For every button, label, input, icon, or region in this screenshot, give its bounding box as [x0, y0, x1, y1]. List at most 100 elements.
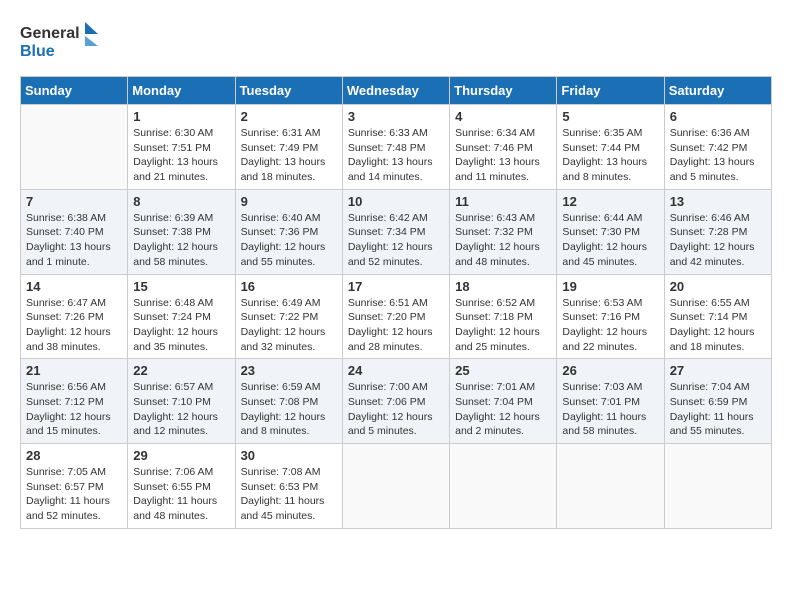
day-info: Sunrise: 7:08 AMSunset: 6:53 PMDaylight:… [241, 465, 337, 524]
day-number: 24 [348, 363, 444, 378]
day-info: Sunrise: 6:49 AMSunset: 7:22 PMDaylight:… [241, 296, 337, 355]
day-info: Sunrise: 7:06 AMSunset: 6:55 PMDaylight:… [133, 465, 229, 524]
day-number: 18 [455, 279, 551, 294]
calendar-cell: 8 Sunrise: 6:39 AMSunset: 7:38 PMDaylight… [128, 189, 235, 274]
day-info: Sunrise: 6:35 AMSunset: 7:44 PMDaylight:… [562, 126, 658, 185]
day-info: Sunrise: 6:31 AMSunset: 7:49 PMDaylight:… [241, 126, 337, 185]
calendar-week-row: 14Sunrise: 6:47 AMSunset: 7:26 PMDayligh… [21, 274, 772, 359]
weekday-header-friday: Friday [557, 77, 664, 105]
calendar-cell [557, 444, 664, 529]
logo-svg: GeneralBlue [20, 20, 100, 60]
day-info: Sunrise: 6:55 AMSunset: 7:14 PMDaylight:… [670, 296, 766, 355]
day-info: Sunrise: 6:48 AMSunset: 7:24 PMDaylight:… [133, 296, 229, 355]
day-number: 14 [26, 279, 122, 294]
day-number: 2 [241, 109, 337, 124]
day-info: Sunrise: 6:59 AMSunset: 7:08 PMDaylight:… [241, 380, 337, 439]
calendar-cell: 2 Sunrise: 6:31 AMSunset: 7:49 PMDaylight… [235, 105, 342, 190]
page-header: GeneralBlue [20, 20, 772, 60]
calendar-week-row: 7 Sunrise: 6:38 AMSunset: 7:40 PMDaylight… [21, 189, 772, 274]
day-info: Sunrise: 6:30 AMSunset: 7:51 PMDaylight:… [133, 126, 229, 185]
day-number: 9 [241, 194, 337, 209]
day-info: Sunrise: 6:52 AMSunset: 7:18 PMDaylight:… [455, 296, 551, 355]
day-info: Sunrise: 6:57 AMSunset: 7:10 PMDaylight:… [133, 380, 229, 439]
day-info: Sunrise: 6:44 AMSunset: 7:30 PMDaylight:… [562, 211, 658, 270]
day-number: 8 [133, 194, 229, 209]
day-info: Sunrise: 6:56 AMSunset: 7:12 PMDaylight:… [26, 380, 122, 439]
calendar-cell: 24Sunrise: 7:00 AMSunset: 7:06 PMDayligh… [342, 359, 449, 444]
calendar-cell: 12 Sunrise: 6:44 AMSunset: 7:30 PMDayligh… [557, 189, 664, 274]
day-info: Sunrise: 6:53 AMSunset: 7:16 PMDaylight:… [562, 296, 658, 355]
calendar-cell: 5Sunrise: 6:35 AMSunset: 7:44 PMDaylight… [557, 105, 664, 190]
calendar-table: SundayMondayTuesdayWednesdayThursdayFrid… [20, 76, 772, 529]
calendar-cell [342, 444, 449, 529]
day-number: 17 [348, 279, 444, 294]
weekday-header-tuesday: Tuesday [235, 77, 342, 105]
day-info: Sunrise: 7:05 AMSunset: 6:57 PMDaylight:… [26, 465, 122, 524]
day-number: 30 [241, 448, 337, 463]
day-info: Sunrise: 6:38 AMSunset: 7:40 PMDaylight:… [26, 211, 122, 270]
day-info: Sunrise: 7:03 AMSunset: 7:01 PMDaylight:… [562, 380, 658, 439]
calendar-cell: 30 Sunrise: 7:08 AMSunset: 6:53 PMDayligh… [235, 444, 342, 529]
day-number: 21 [26, 363, 122, 378]
calendar-cell: 18 Sunrise: 6:52 AMSunset: 7:18 PMDayligh… [450, 274, 557, 359]
day-number: 26 [562, 363, 658, 378]
calendar-cell: 23 Sunrise: 6:59 AMSunset: 7:08 PMDayligh… [235, 359, 342, 444]
day-info: Sunrise: 6:46 AMSunset: 7:28 PMDaylight:… [670, 211, 766, 270]
calendar-cell: 28 Sunrise: 7:05 AMSunset: 6:57 PMDayligh… [21, 444, 128, 529]
calendar-cell: 20 Sunrise: 6:55 AMSunset: 7:14 PMDayligh… [664, 274, 771, 359]
day-number: 10 [348, 194, 444, 209]
calendar-week-row: 1 Sunrise: 6:30 AMSunset: 7:51 PMDaylight… [21, 105, 772, 190]
day-number: 6 [670, 109, 766, 124]
calendar-cell: 27Sunrise: 7:04 AMSunset: 6:59 PMDayligh… [664, 359, 771, 444]
day-info: Sunrise: 6:33 AMSunset: 7:48 PMDaylight:… [348, 126, 444, 185]
calendar-cell: 25 Sunrise: 7:01 AMSunset: 7:04 PMDayligh… [450, 359, 557, 444]
day-number: 22 [133, 363, 229, 378]
calendar-cell [664, 444, 771, 529]
day-info: Sunrise: 7:04 AMSunset: 6:59 PMDaylight:… [670, 380, 766, 439]
weekday-header-row: SundayMondayTuesdayWednesdayThursdayFrid… [21, 77, 772, 105]
calendar-cell: 17 Sunrise: 6:51 AMSunset: 7:20 PMDayligh… [342, 274, 449, 359]
day-number: 28 [26, 448, 122, 463]
day-number: 12 [562, 194, 658, 209]
weekday-header-sunday: Sunday [21, 77, 128, 105]
day-info: Sunrise: 6:34 AMSunset: 7:46 PMDaylight:… [455, 126, 551, 185]
svg-text:Blue: Blue [20, 43, 55, 60]
calendar-cell: 19 Sunrise: 6:53 AMSunset: 7:16 PMDayligh… [557, 274, 664, 359]
calendar-cell: 14Sunrise: 6:47 AMSunset: 7:26 PMDayligh… [21, 274, 128, 359]
day-number: 23 [241, 363, 337, 378]
calendar-cell: 16Sunrise: 6:49 AMSunset: 7:22 PMDayligh… [235, 274, 342, 359]
day-number: 13 [670, 194, 766, 209]
day-info: Sunrise: 7:01 AMSunset: 7:04 PMDaylight:… [455, 380, 551, 439]
day-number: 20 [670, 279, 766, 294]
calendar-cell: 29 Sunrise: 7:06 AMSunset: 6:55 PMDayligh… [128, 444, 235, 529]
calendar-week-row: 21 Sunrise: 6:56 AMSunset: 7:12 PMDayligh… [21, 359, 772, 444]
calendar-cell: 6 Sunrise: 6:36 AMSunset: 7:42 PMDaylight… [664, 105, 771, 190]
day-info: Sunrise: 6:36 AMSunset: 7:42 PMDaylight:… [670, 126, 766, 185]
day-number: 19 [562, 279, 658, 294]
calendar-cell: 22 Sunrise: 6:57 AMSunset: 7:10 PMDayligh… [128, 359, 235, 444]
calendar-cell: 15 Sunrise: 6:48 AMSunset: 7:24 PMDayligh… [128, 274, 235, 359]
calendar-cell: 9Sunrise: 6:40 AMSunset: 7:36 PMDaylight… [235, 189, 342, 274]
calendar-cell [21, 105, 128, 190]
day-info: Sunrise: 6:43 AMSunset: 7:32 PMDaylight:… [455, 211, 551, 270]
day-info: Sunrise: 6:39 AMSunset: 7:38 PMDaylight:… [133, 211, 229, 270]
svg-text:General: General [20, 25, 80, 42]
day-number: 1 [133, 109, 229, 124]
calendar-cell: 26 Sunrise: 7:03 AMSunset: 7:01 PMDayligh… [557, 359, 664, 444]
day-number: 29 [133, 448, 229, 463]
day-number: 11 [455, 194, 551, 209]
calendar-cell: 10Sunrise: 6:42 AMSunset: 7:34 PMDayligh… [342, 189, 449, 274]
calendar-cell: 21 Sunrise: 6:56 AMSunset: 7:12 PMDayligh… [21, 359, 128, 444]
day-number: 7 [26, 194, 122, 209]
day-number: 4 [455, 109, 551, 124]
day-number: 15 [133, 279, 229, 294]
calendar-cell: 7 Sunrise: 6:38 AMSunset: 7:40 PMDaylight… [21, 189, 128, 274]
calendar-cell: 13 Sunrise: 6:46 AMSunset: 7:28 PMDayligh… [664, 189, 771, 274]
day-number: 25 [455, 363, 551, 378]
weekday-header-thursday: Thursday [450, 77, 557, 105]
calendar-cell [450, 444, 557, 529]
weekday-header-saturday: Saturday [664, 77, 771, 105]
day-info: Sunrise: 6:51 AMSunset: 7:20 PMDaylight:… [348, 296, 444, 355]
logo: GeneralBlue [20, 20, 100, 60]
calendar-cell: 11 Sunrise: 6:43 AMSunset: 7:32 PMDayligh… [450, 189, 557, 274]
